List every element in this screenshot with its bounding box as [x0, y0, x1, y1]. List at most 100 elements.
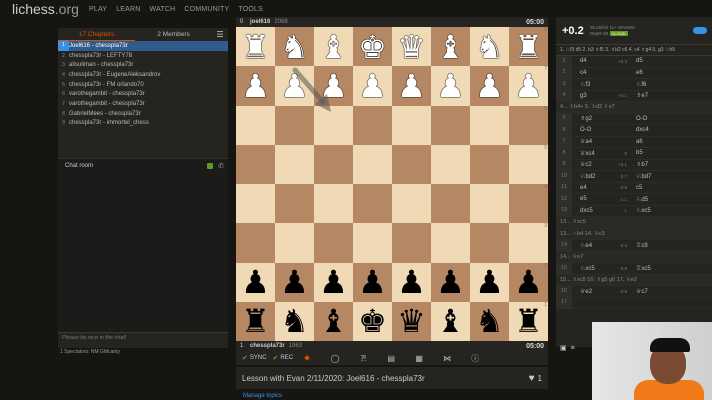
board-square[interactable]: ♟ [353, 262, 392, 302]
tab-chapters[interactable]: 17 Chapters [58, 28, 135, 41]
glyph-icon[interactable]: ⁈ [349, 354, 377, 363]
board-square[interactable] [236, 184, 275, 224]
board-square[interactable] [314, 144, 353, 184]
menu-bars-icon[interactable]: ≡ [571, 345, 575, 352]
board-square[interactable] [275, 223, 314, 263]
board-square[interactable] [236, 223, 275, 263]
board-square[interactable] [353, 105, 392, 145]
info-icon[interactable]: ⓘ [461, 353, 489, 364]
board-square[interactable] [470, 223, 509, 263]
chess-piece[interactable]: ♟ [475, 70, 504, 102]
chess-piece[interactable]: ♟ [514, 266, 543, 298]
white-move[interactable]: ♘e4 [572, 242, 612, 249]
board-square[interactable]: ♟ [392, 66, 431, 106]
board-square[interactable]: ♜ [236, 27, 275, 67]
white-move[interactable]: ♕e2 [572, 288, 612, 295]
white-move[interactable]: ♕xc4 [572, 150, 612, 157]
board-square[interactable]: 3 [509, 223, 548, 263]
board-square[interactable] [353, 144, 392, 184]
manage-topics-link[interactable]: Manage topics [243, 393, 282, 399]
chess-piece[interactable]: ♞ [280, 31, 309, 63]
player-bottom-name[interactable]: chesspla73r [250, 343, 285, 349]
chess-piece[interactable]: ♝ [436, 31, 465, 63]
nav-community[interactable]: COMMUNITY [184, 6, 229, 13]
share-icon[interactable]: ⋈ [433, 354, 461, 363]
board-square[interactable]: ♟ [275, 66, 314, 106]
engine-line[interactable]: 1. ♘f3 d5 2. b3 ♗f5 3. ♗b2 c6 4. c4 ♗g4 … [556, 45, 712, 56]
board-square[interactable]: ♟ [353, 66, 392, 106]
chess-piece[interactable]: ♟ [514, 70, 543, 102]
board-square[interactable]: ♟ [236, 262, 275, 302]
chess-piece[interactable]: ♝ [436, 305, 465, 337]
black-move[interactable]: ♘xc5 [630, 207, 651, 214]
variation-line[interactable]: 14... ♕e7 [556, 251, 712, 263]
chat-input[interactable]: Please be nice in the chat! [58, 332, 228, 343]
board-square[interactable] [392, 144, 431, 184]
board-square[interactable] [353, 184, 392, 224]
chess-piece[interactable]: ♟ [397, 70, 426, 102]
engine-toggle[interactable] [693, 27, 707, 34]
chess-piece[interactable]: ♟ [358, 70, 387, 102]
board-square[interactable] [470, 144, 509, 184]
chess-piece[interactable]: ♜ [241, 31, 270, 63]
board-square[interactable] [314, 105, 353, 145]
black-move[interactable]: ♖c8 [630, 242, 648, 249]
board-square[interactable]: 6 [509, 105, 548, 145]
black-move[interactable]: ♕c7 [630, 288, 648, 295]
board-square[interactable]: ♛ [392, 301, 431, 341]
white-move[interactable]: ♗g2 [572, 115, 612, 122]
tag-icon[interactable]: ⬥ [293, 353, 321, 363]
board-square[interactable]: ♟ [470, 262, 509, 302]
board-square[interactable]: ♜ 1 [509, 301, 548, 341]
white-move[interactable]: ♘f3 [572, 81, 612, 88]
white-move[interactable]: ♘xc5 [572, 265, 612, 272]
board-square[interactable]: ♟ 7 [509, 66, 548, 106]
chess-piece[interactable]: ♚ [358, 31, 387, 63]
nav-watch[interactable]: WATCH [150, 6, 176, 13]
chapter-item[interactable]: 8 GabrielMees - chesspla73r [58, 109, 228, 119]
rec-toggle[interactable]: ✔ REC [273, 354, 294, 362]
board-square[interactable]: ♟ [314, 262, 353, 302]
chapter-item[interactable]: 3 alisuliman - chesspla73r [58, 60, 228, 70]
board-square[interactable] [392, 223, 431, 263]
chapter-item[interactable]: 5 chesspla73r - FM orlando70 [58, 80, 228, 90]
board-square[interactable]: ♟ 2 [509, 262, 548, 302]
chapter-item[interactable]: 6 varothegambit - chesspla73r [58, 89, 228, 99]
chapter-item[interactable]: 7 varothegambit - chesspla73r [58, 99, 228, 109]
black-move[interactable]: b5 [630, 150, 643, 156]
board-square[interactable]: ♟ [431, 66, 470, 106]
black-move[interactable]: O-O [630, 116, 647, 122]
chapter-item[interactable]: 2 chesspla73r - LEFTY78 [58, 51, 228, 61]
variation-line[interactable]: 13... ♘b4 14. ♕c3 [556, 228, 712, 240]
board-square[interactable]: ♝ [314, 301, 353, 341]
chess-piece[interactable]: ♟ [436, 266, 465, 298]
white-move[interactable]: ♕a4 [572, 138, 612, 145]
board-square[interactable] [236, 105, 275, 145]
board-square[interactable] [353, 223, 392, 263]
site-logo[interactable]: lichess.org [0, 1, 80, 17]
white-move[interactable]: ♕c2 [572, 161, 612, 168]
board-square[interactable]: ♞ [275, 27, 314, 67]
board-square[interactable]: ♝ [431, 27, 470, 67]
board-square[interactable] [431, 223, 470, 263]
white-move[interactable]: e4 [572, 185, 612, 191]
board-square[interactable] [275, 144, 314, 184]
chess-piece[interactable]: ♞ [475, 31, 504, 63]
board-square[interactable]: ♞ [470, 301, 509, 341]
nav-play[interactable]: PLAY [89, 6, 107, 13]
book-icon[interactable]: ▣ [560, 344, 567, 352]
chess-piece[interactable]: ♞ [475, 305, 504, 337]
chess-piece[interactable]: ♟ [475, 266, 504, 298]
black-move[interactable]: a6 [630, 139, 643, 145]
chess-piece[interactable]: ♜ [514, 305, 543, 337]
comment-icon[interactable]: ◯ [321, 354, 349, 363]
board-square[interactable] [431, 144, 470, 184]
variation-line[interactable]: 15... ♗xc5 16. ♗g5 g6 17. ♕e2 [556, 274, 712, 286]
black-move[interactable]: ♖xc5 [630, 265, 651, 272]
menu-icon[interactable]: ☰ [212, 30, 228, 39]
board-square[interactable]: ♝ [431, 301, 470, 341]
black-move[interactable]: c5 [630, 185, 642, 191]
white-move[interactable]: d4 [572, 58, 612, 64]
black-move[interactable]: ♘f6 [630, 81, 646, 88]
white-move[interactable]: dxc5 [572, 208, 612, 214]
